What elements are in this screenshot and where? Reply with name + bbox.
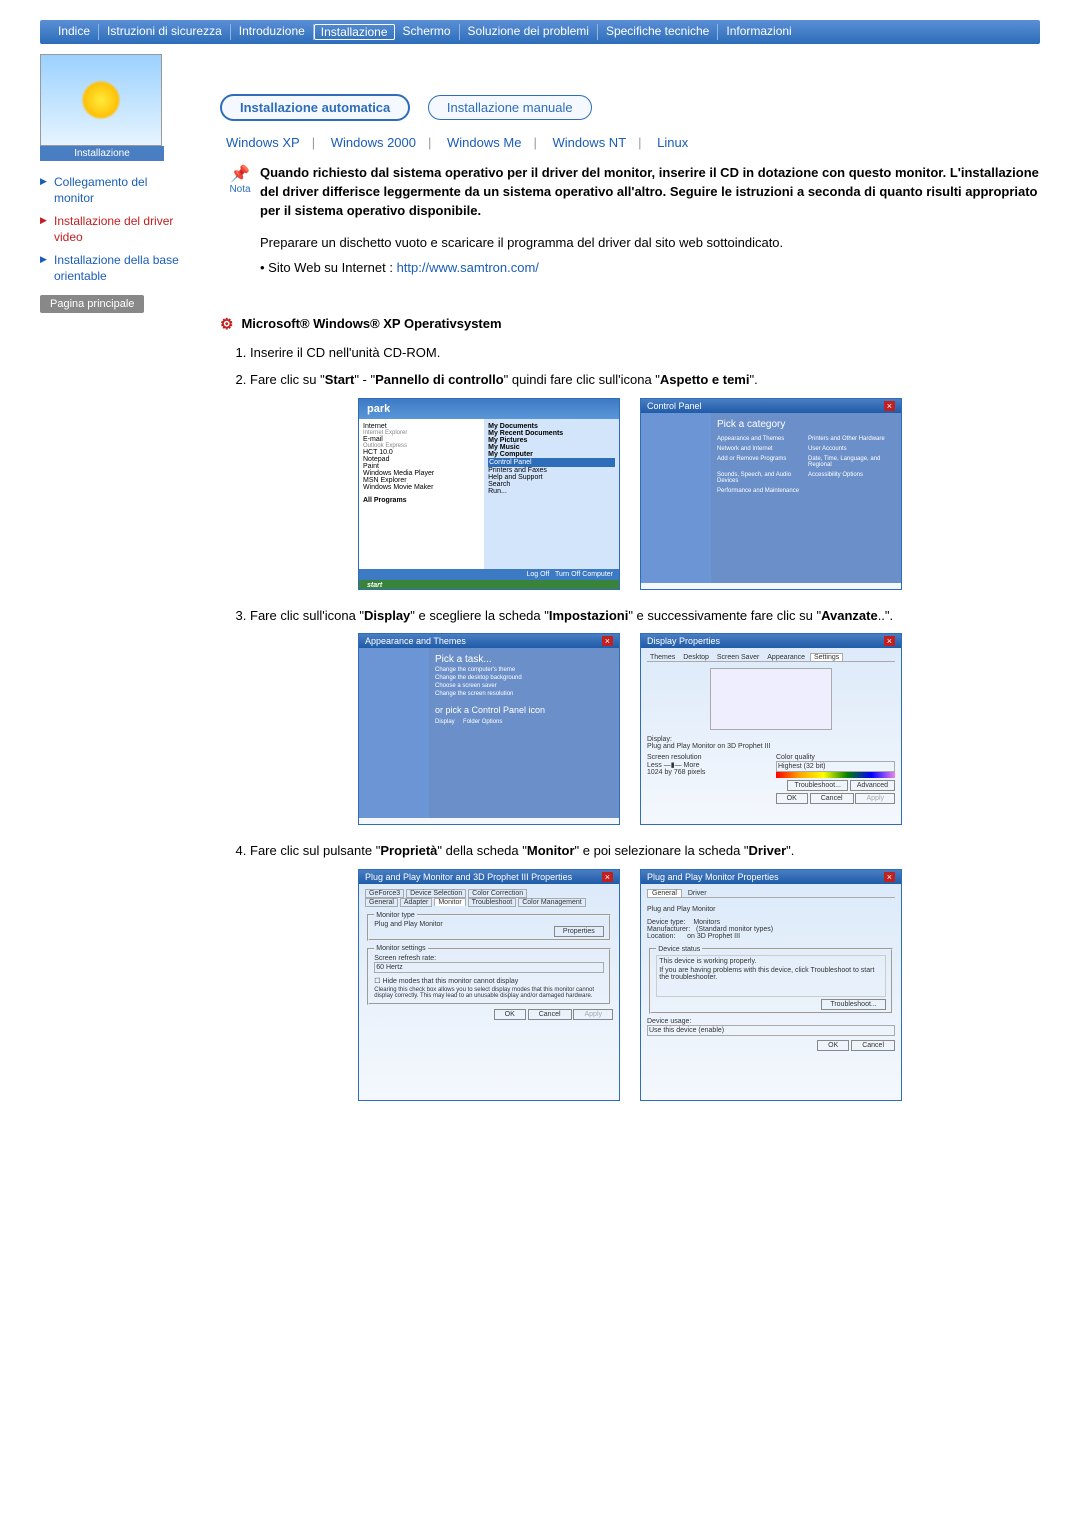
monitor-properties-screenshot: Plug and Play Monitor and 3D Prophet III… (358, 869, 620, 1101)
sidebar-base-orientable[interactable]: Installazione della base orientable (40, 249, 190, 288)
prep-text: Preparare un dischetto vuoto e scaricare… (260, 235, 1040, 250)
nav-informazioni[interactable]: Informazioni (718, 24, 799, 40)
gear-icon: ⚙ (220, 315, 233, 333)
nav-specifiche[interactable]: Specifiche tecniche (598, 24, 718, 40)
nav-soluzione[interactable]: Soluzione dei problemi (460, 24, 598, 40)
nav-installazione[interactable]: Installazione (314, 24, 395, 40)
nav-introduzione[interactable]: Introduzione (231, 24, 314, 40)
os-linux[interactable]: Linux (651, 135, 694, 150)
step-2: Fare clic su "Start" - "Pannello di cont… (250, 370, 1040, 390)
controlpanel-screenshot: Control Panel× Pick a category Appearanc… (640, 398, 902, 590)
xp-section-header: ⚙ Microsoft® Windows® XP Operativsystem (220, 315, 1040, 333)
os-win2000[interactable]: Windows 2000 (325, 135, 422, 150)
nav-sicurezza[interactable]: Istruzioni di sicurezza (99, 24, 231, 40)
pill-manual[interactable]: Installazione manuale (428, 95, 592, 120)
pill-auto[interactable]: Installazione automatica (220, 94, 410, 121)
web-label: Sito Web su Internet : (268, 260, 393, 275)
side-links: Collegamento del monitor Installazione d… (40, 171, 190, 289)
os-winme[interactable]: Windows Me (441, 135, 527, 150)
driver-properties-screenshot: Plug and Play Monitor Properties× Genera… (640, 869, 902, 1101)
display-properties-screenshot: Display Properties× Themes Desktop Scree… (640, 633, 902, 825)
sidebar-driver-video[interactable]: Installazione del driver video (40, 210, 190, 249)
os-winxp[interactable]: Windows XP (220, 135, 306, 150)
top-navigation: Indice Istruzioni di sicurezza Introduzi… (40, 20, 1040, 44)
installazione-label: Installazione (40, 146, 164, 161)
step-1: Inserire il CD nell'unità CD-ROM. (250, 343, 1040, 363)
startmenu-screenshot: park Internet Internet Explorer E-mail O… (358, 398, 620, 590)
appearance-themes-screenshot: Appearance and Themes× Pick a task... Ch… (358, 633, 620, 825)
main-page-button[interactable]: Pagina principale (40, 295, 144, 313)
nota-text: Quando richiesto dal sistema operativo p… (260, 164, 1040, 221)
os-links: Windows XP| Windows 2000| Windows Me| Wi… (220, 135, 1040, 150)
nota-icon: 📌 Nota (220, 164, 260, 221)
step-3: Fare clic sull'icona "Display" e sceglie… (250, 606, 1040, 626)
step-4: Fare clic sul pulsante "Proprietà" della… (250, 841, 1040, 861)
web-url-link[interactable]: http://www.samtron.com/ (397, 260, 539, 275)
sidebar-collegamento[interactable]: Collegamento del monitor (40, 171, 190, 210)
monitor-image (40, 54, 162, 146)
os-winnt[interactable]: Windows NT (546, 135, 632, 150)
nav-schermo[interactable]: Schermo (395, 24, 460, 40)
nav-indice[interactable]: Indice (50, 24, 99, 40)
